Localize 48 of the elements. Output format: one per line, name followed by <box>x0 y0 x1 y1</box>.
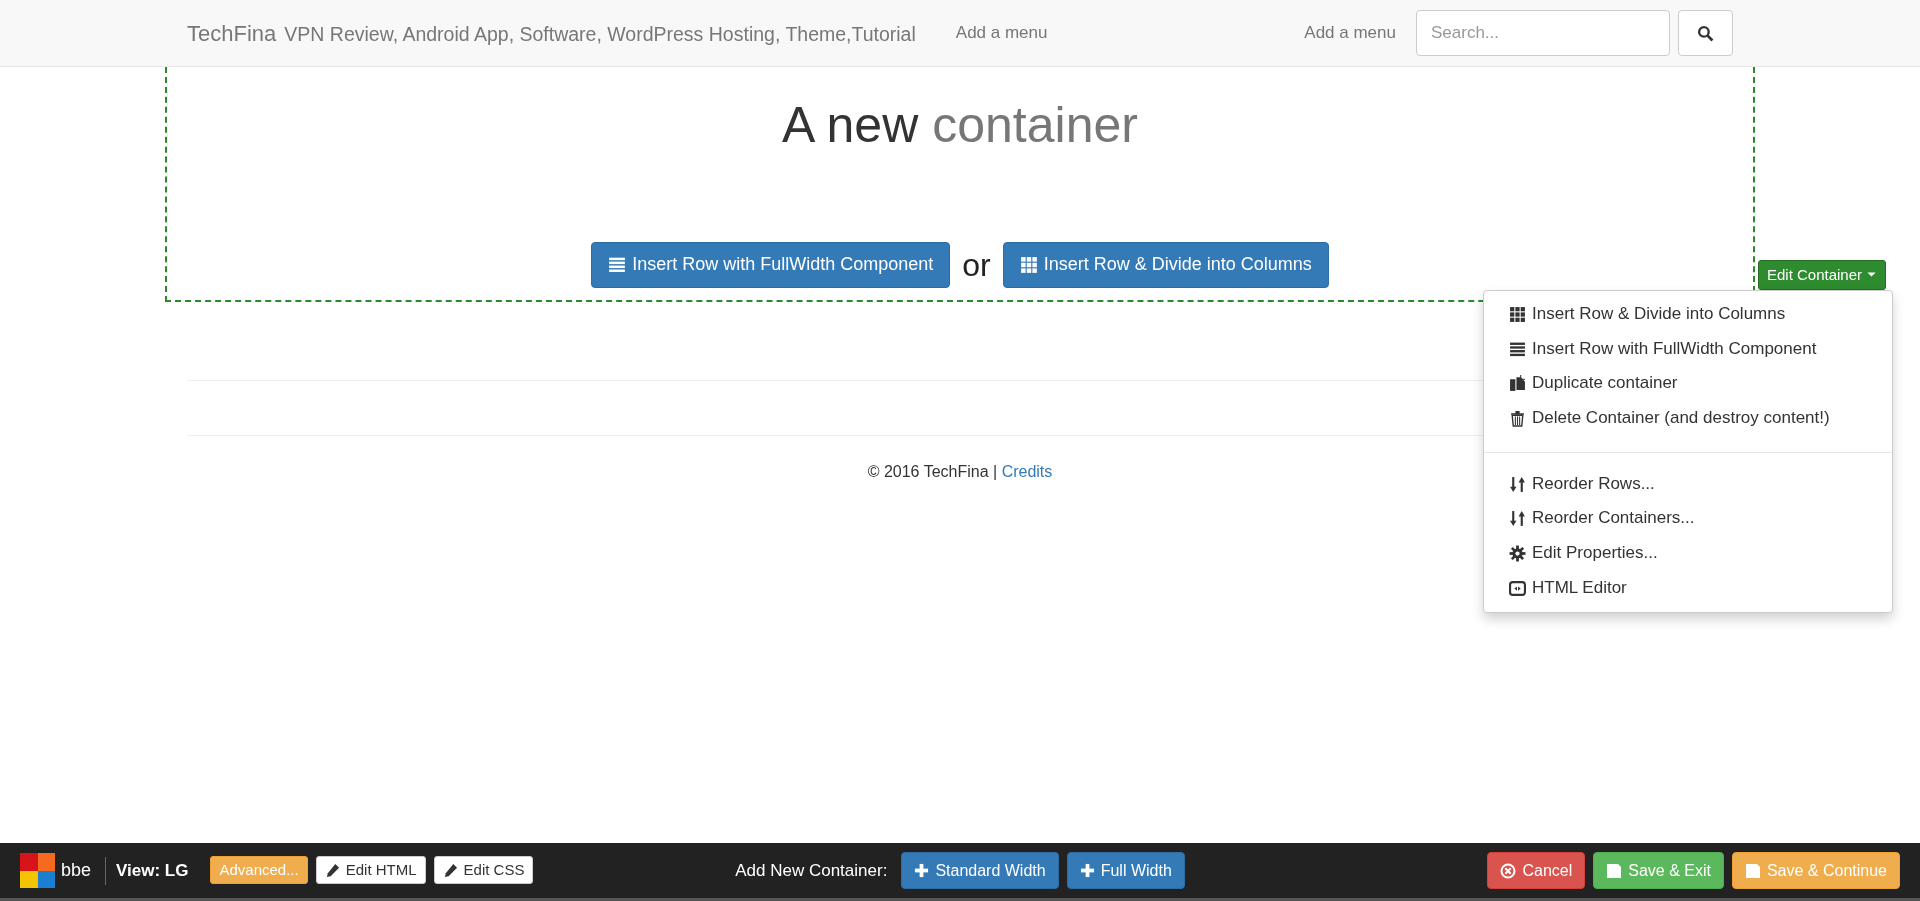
pencil-icon <box>324 862 340 878</box>
container-heading: A new container <box>782 96 1138 155</box>
logo-icon <box>20 853 55 888</box>
plus-icon <box>914 863 930 878</box>
grid-icon <box>1019 256 1038 274</box>
add-container-label: Add New Container: <box>735 859 888 882</box>
sort-arrows-icon <box>1509 510 1526 528</box>
separator-text: or <box>962 246 991 285</box>
search-field[interactable]: Search... <box>1416 10 1670 56</box>
menu-item[interactable]: Delete Container (and destroy content!) <box>1484 401 1892 436</box>
action-button[interactable]: Cancel <box>1487 851 1586 890</box>
plus-icon <box>1079 863 1095 878</box>
menu-item[interactable]: HTML Editor <box>1484 570 1892 606</box>
nav-link[interactable]: Add a menu <box>1304 20 1396 46</box>
menu-item[interactable]: Duplicate container <box>1484 366 1892 402</box>
logo-text: bbe <box>61 859 92 882</box>
action-button[interactable]: Save & Exit <box>1593 851 1724 890</box>
search-button[interactable] <box>1678 10 1733 56</box>
site-tagline: VPN Review, Android App, Software, WordPress Hosting, Theme,Tutorial <box>284 21 916 47</box>
grid-icon <box>1509 305 1526 323</box>
list-icon <box>608 256 627 274</box>
documents-icon <box>1509 375 1526 393</box>
cancel-icon <box>1500 862 1517 879</box>
pencil-icon <box>442 862 458 878</box>
edit-container-button[interactable]: Edit Container <box>1758 259 1887 290</box>
sort-arrows-icon <box>1509 475 1526 493</box>
brand-name[interactable]: TechFina <box>187 16 277 50</box>
nav-link[interactable]: Add a menu <box>955 20 1048 46</box>
menu-item[interactable]: Insert Row & Divide into Columns <box>1484 297 1892 332</box>
save-icon <box>1606 862 1623 879</box>
add-container-button[interactable]: Standard Width <box>901 851 1059 890</box>
menu-item[interactable]: Edit Properties... <box>1484 536 1892 571</box>
tool-button[interactable]: Edit CSS <box>433 856 534 884</box>
view-label: View: LG <box>116 859 189 882</box>
code-window-icon <box>1509 579 1526 597</box>
insert-row-button[interactable]: Insert Row & Divide into Columns <box>1002 242 1329 288</box>
add-container-button[interactable]: Full Width <box>1066 851 1185 890</box>
save-icon <box>1744 862 1761 879</box>
search-icon <box>1697 24 1714 42</box>
settings-icon <box>1509 544 1526 562</box>
tool-button[interactable]: Edit HTML <box>315 856 426 884</box>
trash-icon <box>1509 409 1526 427</box>
insert-row-button[interactable]: Insert Row with FullWidth Component <box>591 242 951 288</box>
menu-item[interactable]: Insert Row with FullWidth Component <box>1484 331 1892 367</box>
menu-item[interactable]: Reorder Containers... <box>1484 501 1892 537</box>
credits-link[interactable]: Credits <box>1001 463 1053 480</box>
list-icon <box>1509 340 1526 358</box>
menu-item[interactable]: Reorder Rows... <box>1484 466 1892 502</box>
